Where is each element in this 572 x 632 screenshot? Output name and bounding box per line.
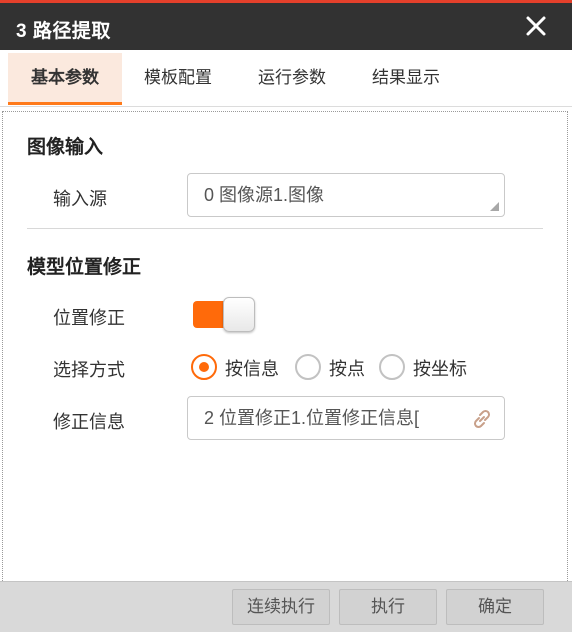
close-button[interactable] (522, 12, 550, 40)
input-source-select[interactable]: 0 图像源1.图像 (187, 173, 505, 217)
selection-mode-label: 选择方式 (53, 360, 125, 380)
radio-by-info-label: 按信息 (225, 359, 279, 379)
radio-unchecked-icon (379, 354, 405, 380)
link-icon[interactable] (470, 407, 494, 431)
position-correction-toggle[interactable] (193, 297, 255, 333)
tab-result-display[interactable]: 结果显示 (354, 53, 458, 105)
section-divider (27, 228, 543, 229)
radio-by-info[interactable]: 按信息 (191, 352, 291, 382)
footer-bar: 连续执行 执行 确定 (0, 581, 572, 632)
input-source-value: 0 图像源1.图像 (204, 185, 325, 205)
image-input-section-title: 图像输入 (27, 137, 104, 158)
tab-run-params[interactable]: 运行参数 (240, 53, 344, 105)
title-bar: 3 路径提取 (0, 3, 572, 50)
toggle-knob (223, 297, 255, 332)
continuous-execute-button[interactable]: 连续执行 (232, 589, 330, 625)
position-correction-section-title: 模型位置修正 (27, 257, 142, 278)
execute-button[interactable]: 执行 (339, 589, 437, 625)
radio-by-point[interactable]: 按点 (295, 352, 375, 382)
tab-basic-params[interactable]: 基本参数 (8, 53, 122, 105)
correction-info-label: 修正信息 (53, 412, 125, 432)
input-source-label: 输入源 (53, 189, 107, 209)
window-title: 3 路径提取 (16, 21, 111, 42)
correction-info-field[interactable]: 2 位置修正1.位置修正信息[ (187, 396, 505, 440)
radio-by-coordinate[interactable]: 按坐标 (379, 352, 489, 382)
dropdown-corner-icon (490, 202, 499, 211)
correction-info-value: 2 位置修正1.位置修正信息[ (204, 408, 420, 428)
radio-by-point-label: 按点 (329, 359, 365, 379)
radio-unchecked-icon (295, 354, 321, 380)
radio-checked-icon (191, 354, 217, 380)
confirm-button[interactable]: 确定 (446, 589, 544, 625)
radio-by-coordinate-label: 按坐标 (413, 359, 467, 379)
tab-bar: 基本参数 模板配置 运行参数 结果显示 (0, 50, 572, 107)
tab-template-config[interactable]: 模板配置 (126, 53, 230, 105)
close-icon (526, 16, 546, 36)
content-panel: 图像输入 输入源 0 图像源1.图像 模型位置修正 位置修正 选择方式 按信息 … (2, 111, 568, 581)
position-correction-label: 位置修正 (53, 308, 125, 328)
